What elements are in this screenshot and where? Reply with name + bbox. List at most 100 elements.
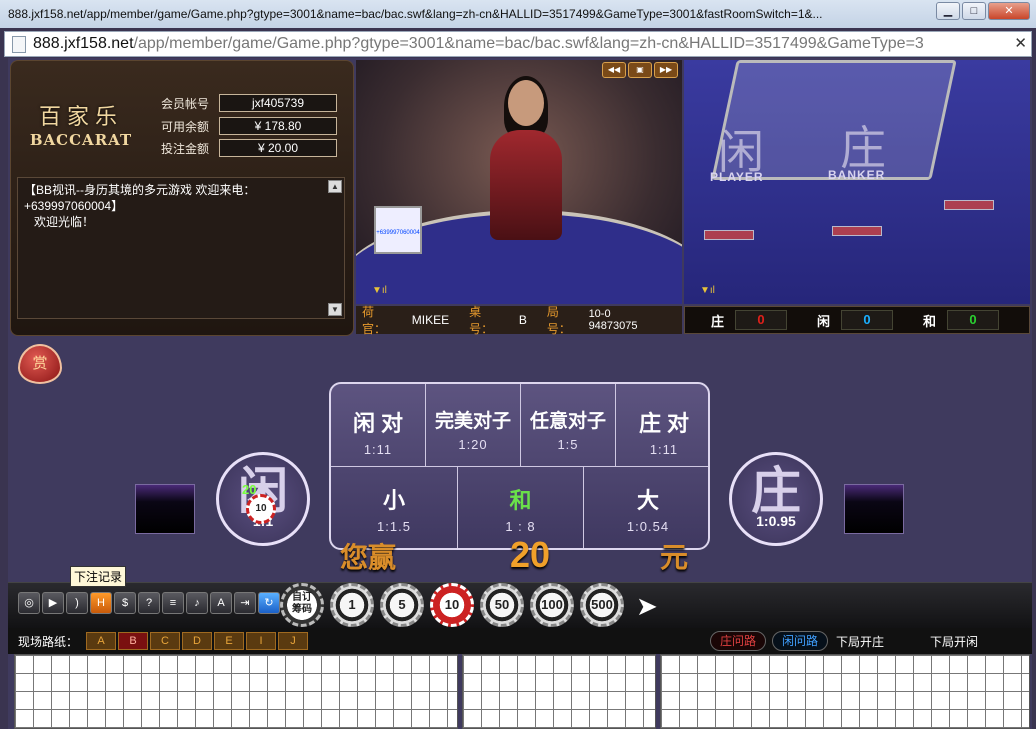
bet-banker[interactable]: 庄 1:0.95 [729, 452, 823, 546]
banker-card-slot [844, 484, 904, 534]
win-amount: 20 [510, 534, 551, 575]
score-bar: 庄 0 闲 0 和 0 [684, 306, 1030, 334]
rss-icon[interactable]: ) [66, 592, 88, 614]
win-label: 您赢 [340, 541, 397, 574]
tie-score-label: 和 [923, 313, 937, 329]
chip-custom[interactable]: 自订 筹码 [280, 583, 324, 627]
bet-tie-label: 和 [509, 488, 532, 513]
signal-icon: ▼ıl [372, 285, 387, 296]
reward-heart-icon: 赏 [18, 344, 62, 384]
bet-big-label: 大 [636, 488, 659, 513]
dealer-figure [486, 76, 566, 240]
close-button[interactable]: ✕ [988, 2, 1030, 20]
chip-row: 自订 筹码 1 5 10 50 100 500 [280, 583, 624, 627]
road-tab-c[interactable]: C [150, 632, 181, 650]
bet-perfect-pair-label: 完美对子 [434, 411, 511, 432]
tv-icon[interactable]: ▣ [628, 62, 652, 78]
table-value: B [518, 313, 527, 327]
rewind-icon[interactable]: ◀◀ [602, 62, 626, 78]
reward-button[interactable]: 赏 [18, 344, 62, 384]
balance-label: 可用余额 [161, 119, 210, 134]
player-score: 0 [841, 310, 893, 330]
address-bar[interactable]: 888.jxf158.net/app/member/game/Game.php?… [4, 31, 1032, 57]
font-icon[interactable]: A [210, 592, 232, 614]
bet-perfect-pair[interactable]: 完美对子 1:20 [426, 384, 521, 467]
bottom-toolbar: ◎ ▶ ) H $ ? ≡ ♪ A ⇥ ↻ 自订 筹码 1 5 10 50 10… [8, 582, 1032, 628]
member-label: 会员帐号 [161, 96, 210, 111]
bet-small-label: 小 [382, 488, 405, 513]
notice-box: 【BB视讯--身历其境的多元游戏 欢迎来电： +639997060004】 欢迎… [17, 177, 345, 319]
baccarat-logo: 百家乐 BACCARAT [25, 99, 137, 149]
help-icon[interactable]: ? [138, 592, 160, 614]
refresh-icon[interactable]: ↻ [258, 592, 280, 614]
maximize-button[interactable]: □ [962, 2, 986, 20]
bead-road-grid [14, 654, 458, 729]
tooltip: 下注记录 [70, 566, 127, 587]
chip-500[interactable]: 500 [580, 583, 624, 627]
tie-score: 0 [947, 310, 999, 330]
game-area: 百家乐 BACCARAT 会员帐号 jxf405739 可用余额 ¥ 178.8… [8, 58, 1032, 729]
chip-100[interactable]: 100 [530, 583, 574, 627]
road-tab-e[interactable]: E [214, 632, 245, 650]
dollar-icon[interactable]: $ [114, 592, 136, 614]
forward-icon[interactable]: ▶▶ [654, 62, 678, 78]
player-en: PLAYER [710, 170, 764, 184]
bet-banker-pair-odds: 1:11 [649, 442, 679, 457]
notice-scrollbar[interactable]: ▲ ▼ [328, 180, 342, 316]
bet-either-pair[interactable]: 任意对子 1:5 [521, 384, 616, 467]
address-close-icon[interactable]: ✕ [1014, 32, 1027, 56]
bet-small-odds: 1:1.5 [377, 519, 411, 534]
big-road-grid [660, 654, 1030, 729]
player-card-slot [135, 484, 195, 534]
banker-ask-button[interactable]: 庄问路 [710, 631, 766, 651]
next-banker-label: 下局开庄 [836, 635, 885, 649]
banker-score-label: 庄 [711, 313, 725, 329]
window-titlebar: 888.jxf158.net/app/member/game/Game.php?… [0, 0, 1036, 28]
chip-50[interactable]: 50 [480, 583, 524, 627]
road-tab-a[interactable]: A [86, 632, 117, 650]
dealer-info-bar: 荷官： MIKEE 桌号： B 局号： 10-0 94873075 [356, 305, 682, 336]
road-tab-i[interactable]: I [246, 632, 277, 650]
bet-big[interactable]: 大 1:0.54 [584, 467, 708, 548]
round-value: 10-0 94873075 [588, 308, 638, 332]
scroll-up-icon[interactable]: ▲ [328, 180, 342, 193]
bet-perfect-pair-odds: 1:20 [458, 437, 488, 452]
window-title: 888.jxf158.net/app/member/game/Game.php?… [8, 7, 823, 21]
video-icon[interactable]: ▶ [42, 592, 64, 614]
chip-5[interactable]: 5 [380, 583, 424, 627]
placed-chip: 10 [246, 494, 276, 524]
video-controls: ◀◀ ▣ ▶▶ [602, 62, 678, 78]
member-value: jxf405739 [219, 94, 337, 112]
url-path: /app/member/game/Game.php?gtype=3001&nam… [133, 35, 924, 52]
banker-score: 0 [735, 310, 787, 330]
chip-10[interactable]: 10 [430, 583, 474, 627]
music-icon[interactable]: ♪ [186, 592, 208, 614]
bet-banker-odds: 1:0.95 [756, 513, 796, 529]
bet-player-pair[interactable]: 闲 对 1:11 [331, 384, 426, 467]
notice-line-1: 【BB视讯--身历其境的多元游戏 欢迎来电： [24, 183, 256, 197]
document-icon[interactable]: ≡ [162, 592, 184, 614]
road-tab-d[interactable]: D [182, 632, 213, 650]
bet-player-pair-label: 闲 对 [352, 411, 404, 436]
chip-stack-icon[interactable]: ◎ [18, 592, 40, 614]
big-eye-road-grid [462, 654, 656, 729]
bet-banker-pair[interactable]: 庄 对 1:11 [616, 384, 708, 467]
hd-icon[interactable]: H [90, 592, 112, 614]
player-ask-button[interactable]: 闲问路 [772, 631, 828, 651]
signal-icon-right: ▼ıl [700, 285, 715, 296]
phone-card: +639997060004 [374, 206, 422, 254]
logo-cn: 百家乐 [38, 105, 123, 130]
next-arrow-icon[interactable]: ➤ [636, 591, 658, 622]
balance-row: 可用余额 ¥ 178.80 [161, 116, 341, 136]
road-tab-j[interactable]: J [278, 632, 309, 650]
dealer-value: MIKEE [411, 313, 450, 327]
minimize-button[interactable]: ▁ [936, 2, 960, 20]
exit-icon[interactable]: ⇥ [234, 592, 256, 614]
window-controls: ▁ □ ✕ [936, 2, 1030, 20]
chip-1[interactable]: 1 [330, 583, 374, 627]
scroll-down-icon[interactable]: ▼ [328, 303, 342, 316]
road-tab-b[interactable]: B [118, 632, 149, 650]
bet-amount-value: ¥ 20.00 [219, 139, 337, 157]
bet-banker-pair-label: 庄 对 [638, 411, 690, 436]
road-header: 现场路纸： A B C D E I J 庄问路 闲问路 下局开庄 下局开闲 [8, 628, 1032, 654]
